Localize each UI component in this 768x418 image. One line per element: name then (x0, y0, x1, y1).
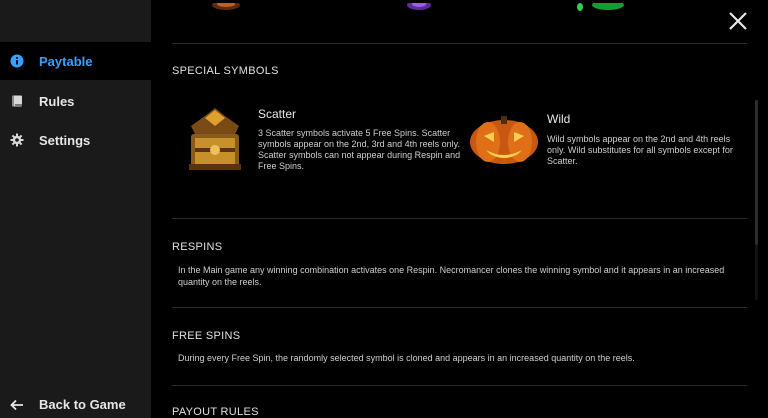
book-icon (10, 94, 24, 108)
symbol-image-partial (210, 0, 242, 10)
scatter-title: Scatter (258, 107, 297, 121)
divider (172, 218, 747, 219)
wild-symbol-image (468, 114, 540, 166)
back-to-game-label: Back to Game (39, 397, 126, 412)
divider (172, 307, 747, 308)
scatter-description: 3 Scatter symbols activate 5 Free Spins.… (258, 128, 461, 171)
symbol-image-partial (402, 0, 436, 10)
scatter-symbol-image (185, 106, 245, 174)
gear-icon (10, 133, 24, 147)
sidebar-item-rules[interactable]: Rules (0, 82, 151, 120)
close-icon (729, 12, 747, 30)
sidebar-item-label: Rules (39, 93, 75, 109)
sidebar-item-label: Settings (39, 132, 91, 148)
section-title-special-symbols: SPECIAL SYMBOLS (172, 65, 279, 77)
divider (172, 43, 747, 44)
respins-text: In the Main game any winning combination… (178, 265, 725, 287)
section-title-payout-rules: PAYOUT RULES (172, 406, 259, 418)
arrow-left-icon (10, 398, 24, 412)
section-title-respins: RESPINS (172, 241, 223, 253)
divider (172, 385, 747, 386)
wild-title: Wild (547, 112, 571, 126)
sidebar: Paytable Rules Settings Back to Game (0, 0, 151, 418)
sidebar-item-paytable[interactable]: Paytable (0, 42, 151, 80)
free-spins-text: During every Free Spin, the randomly sel… (178, 353, 635, 363)
symbol-image-partial (572, 0, 628, 11)
scrollbar-thumb[interactable] (755, 100, 758, 245)
sidebar-item-settings[interactable]: Settings (0, 121, 151, 159)
section-title-free-spins: FREE SPINS (172, 330, 241, 342)
close-button[interactable] (727, 10, 749, 32)
sidebar-item-label: Paytable (39, 53, 93, 69)
info-icon (10, 54, 24, 68)
back-to-game-button[interactable]: Back to Game (0, 391, 151, 418)
wild-description: Wild symbols appear on the 2nd and 4th r… (547, 134, 733, 166)
paytable-screen: Paytable Rules Settings Back to Game SPE… (0, 0, 768, 418)
